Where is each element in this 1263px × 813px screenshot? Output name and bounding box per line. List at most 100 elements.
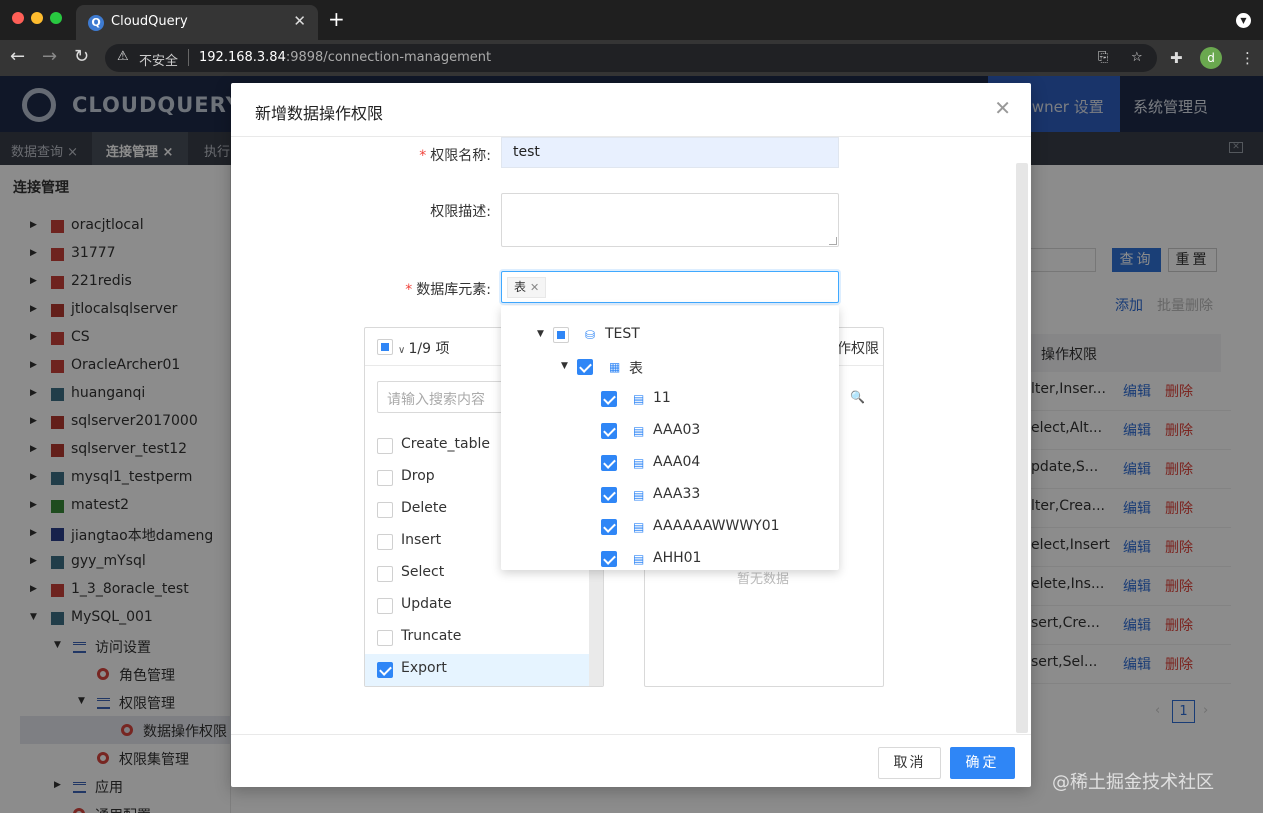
operation-item[interactable]: Update xyxy=(365,590,589,622)
operation-checkbox[interactable] xyxy=(377,438,393,454)
cloudquery-favicon-icon: Q xyxy=(88,15,104,31)
tree-node[interactable]: ▼ ▦ 表 xyxy=(501,351,839,383)
permission-desc-textarea[interactable] xyxy=(501,193,839,247)
ok-button[interactable]: 确定 xyxy=(950,747,1015,779)
tree-node-checkbox[interactable] xyxy=(601,519,617,535)
tab-search-chevron-icon[interactable]: ▼ xyxy=(1236,13,1251,28)
caret-down-icon[interactable]: ▼ xyxy=(537,329,544,339)
operation-item[interactable]: Export xyxy=(365,654,589,686)
new-tab-plus-icon[interactable]: + xyxy=(328,9,345,29)
tree-node-label: AAAAAAWWWY01 xyxy=(653,518,780,534)
url-separator xyxy=(188,49,189,66)
tree-node-checkbox[interactable] xyxy=(601,487,617,503)
select-all-checkbox[interactable] xyxy=(377,339,393,355)
tree-node-checkbox[interactable] xyxy=(577,359,593,375)
url-path: :9898/connection-management xyxy=(285,50,492,65)
operation-label: Truncate xyxy=(401,628,462,644)
modal-scrollbar[interactable] xyxy=(1016,163,1028,733)
label-permission-desc: 权限描述: xyxy=(430,204,491,220)
tree-node-label: AAA33 xyxy=(653,486,701,502)
operation-label: Insert xyxy=(401,532,442,548)
address-bar[interactable]: ⚠ 不安全 192.168.3.84:9898/connection-manag… xyxy=(105,44,1157,72)
window-minimize-button[interactable] xyxy=(31,12,43,24)
cancel-button[interactable]: 取消 xyxy=(878,747,941,779)
tree-node-label: 表 xyxy=(629,361,643,377)
tree-node[interactable]: ▤ AAA03 xyxy=(501,415,839,447)
database-icon: ⛁ xyxy=(585,328,596,342)
forward-arrow-icon[interactable]: → xyxy=(42,47,57,67)
extensions-puzzle-icon[interactable]: ✚ xyxy=(1170,49,1183,67)
bookmark-star-icon[interactable]: ☆ xyxy=(1131,50,1143,65)
operation-checkbox[interactable] xyxy=(377,662,393,678)
operation-label: Drop xyxy=(401,468,435,484)
tree-node-label: AHH01 xyxy=(653,550,702,566)
tree-node[interactable]: ▤ AAA04 xyxy=(501,447,839,479)
watermark: @稀土掘金技术社区 xyxy=(1052,772,1214,793)
tree-node[interactable]: ▼ ⛁ TEST xyxy=(501,319,839,351)
browser-toolbar: ← → ↻ ⚠ 不安全 192.168.3.84:9898/connection… xyxy=(0,40,1263,76)
permission-name-input[interactable]: test xyxy=(501,137,839,168)
selected-tag-label: 表 xyxy=(514,280,527,294)
browser-tab[interactable]: Q CloudQuery ✕ xyxy=(76,5,318,40)
file-icon: ▤ xyxy=(633,552,645,566)
tree-node-checkbox[interactable] xyxy=(553,327,569,343)
operation-label: Select xyxy=(401,564,445,580)
label-permission-name-text: 权限名称: xyxy=(430,148,491,164)
tree-node[interactable]: ▤ AAA33 xyxy=(501,479,839,511)
window-close-button[interactable] xyxy=(12,12,24,24)
operation-item[interactable]: Truncate xyxy=(365,622,589,654)
label-db-elements: * 数据库元素: xyxy=(361,279,491,299)
back-arrow-icon[interactable]: ← xyxy=(10,47,25,67)
tree-node-label: 11 xyxy=(653,390,671,406)
window-zoom-button[interactable] xyxy=(50,12,62,24)
source-search-placeholder: 请输入搜索内容 xyxy=(387,392,485,408)
add-permission-modal: 新增数据操作权限 ✕ * 权限名称: test 权限描述: * 数据库元素: 表 ✕ … xyxy=(231,83,1031,787)
tab-close-icon[interactable]: ✕ xyxy=(293,12,306,30)
tree-node-checkbox[interactable] xyxy=(601,391,617,407)
operation-checkbox[interactable] xyxy=(377,630,393,646)
dropdown-chevron-icon[interactable]: ∨ xyxy=(398,345,409,356)
file-icon: ▤ xyxy=(633,456,645,470)
db-element-tree-dropdown: ▼ ⛁ TEST ▼ ▦ 表 ▤ 11 ▤ AAA03 ▤ AAA04 ▤ AAA33 ▤ AAAAAAWWW… xyxy=(501,306,839,570)
file-icon: ▤ xyxy=(633,392,645,406)
file-icon: ▤ xyxy=(633,488,645,502)
file-icon: ▤ xyxy=(633,520,645,534)
resize-grip-icon[interactable] xyxy=(829,237,837,245)
browser-tab-strip: Q CloudQuery ✕ + ▼ xyxy=(0,0,1263,40)
operation-checkbox[interactable] xyxy=(377,470,393,486)
reload-icon[interactable]: ↻ xyxy=(74,47,89,67)
operation-label: Export xyxy=(401,660,447,676)
tree-node-checkbox[interactable] xyxy=(601,455,617,471)
table-icon: ▦ xyxy=(609,360,621,374)
url-host: 192.168.3.84 xyxy=(199,50,286,65)
operation-label: Delete xyxy=(401,500,447,516)
operation-checkbox[interactable] xyxy=(377,566,393,582)
tree-node[interactable]: ▤ 11 xyxy=(501,383,839,415)
label-permission-name: * 权限名称: xyxy=(361,145,491,165)
target-panel-title: 作权限 xyxy=(837,341,879,357)
tree-node-checkbox[interactable] xyxy=(601,423,617,439)
tab-title: CloudQuery xyxy=(111,14,188,29)
warning-triangle-icon: ⚠ xyxy=(117,49,129,64)
url-text: 192.168.3.84:9898/connection-management xyxy=(199,50,491,65)
tree-node-checkbox[interactable] xyxy=(601,551,617,567)
translate-icon[interactable]: ⎘ xyxy=(1098,50,1108,65)
modal-close-icon[interactable]: ✕ xyxy=(994,98,1011,118)
profile-avatar[interactable]: d xyxy=(1200,47,1222,69)
tree-node[interactable]: ▤ AAAAAAWWWY01 xyxy=(501,511,839,543)
tag-remove-icon[interactable]: ✕ xyxy=(530,281,539,294)
search-icon: 🔍 xyxy=(850,390,865,404)
label-db-elements-text: 数据库元素: xyxy=(416,282,491,298)
tree-node-label: AAA04 xyxy=(653,454,701,470)
browser-menu-kebab-icon[interactable]: ⋮ xyxy=(1240,49,1255,67)
selected-tag: 表 ✕ xyxy=(507,277,547,298)
operation-checkbox[interactable] xyxy=(377,534,393,550)
operation-checkbox[interactable] xyxy=(377,598,393,614)
caret-down-icon[interactable]: ▼ xyxy=(561,361,568,371)
source-count: ∨ 1/9 项 xyxy=(398,338,449,358)
db-elements-select[interactable]: 表 ✕ xyxy=(501,271,839,303)
tree-node[interactable]: ▤ AHH01 xyxy=(501,543,839,570)
operation-label: Create_table xyxy=(401,436,490,452)
required-asterisk: * xyxy=(405,282,413,298)
operation-checkbox[interactable] xyxy=(377,502,393,518)
